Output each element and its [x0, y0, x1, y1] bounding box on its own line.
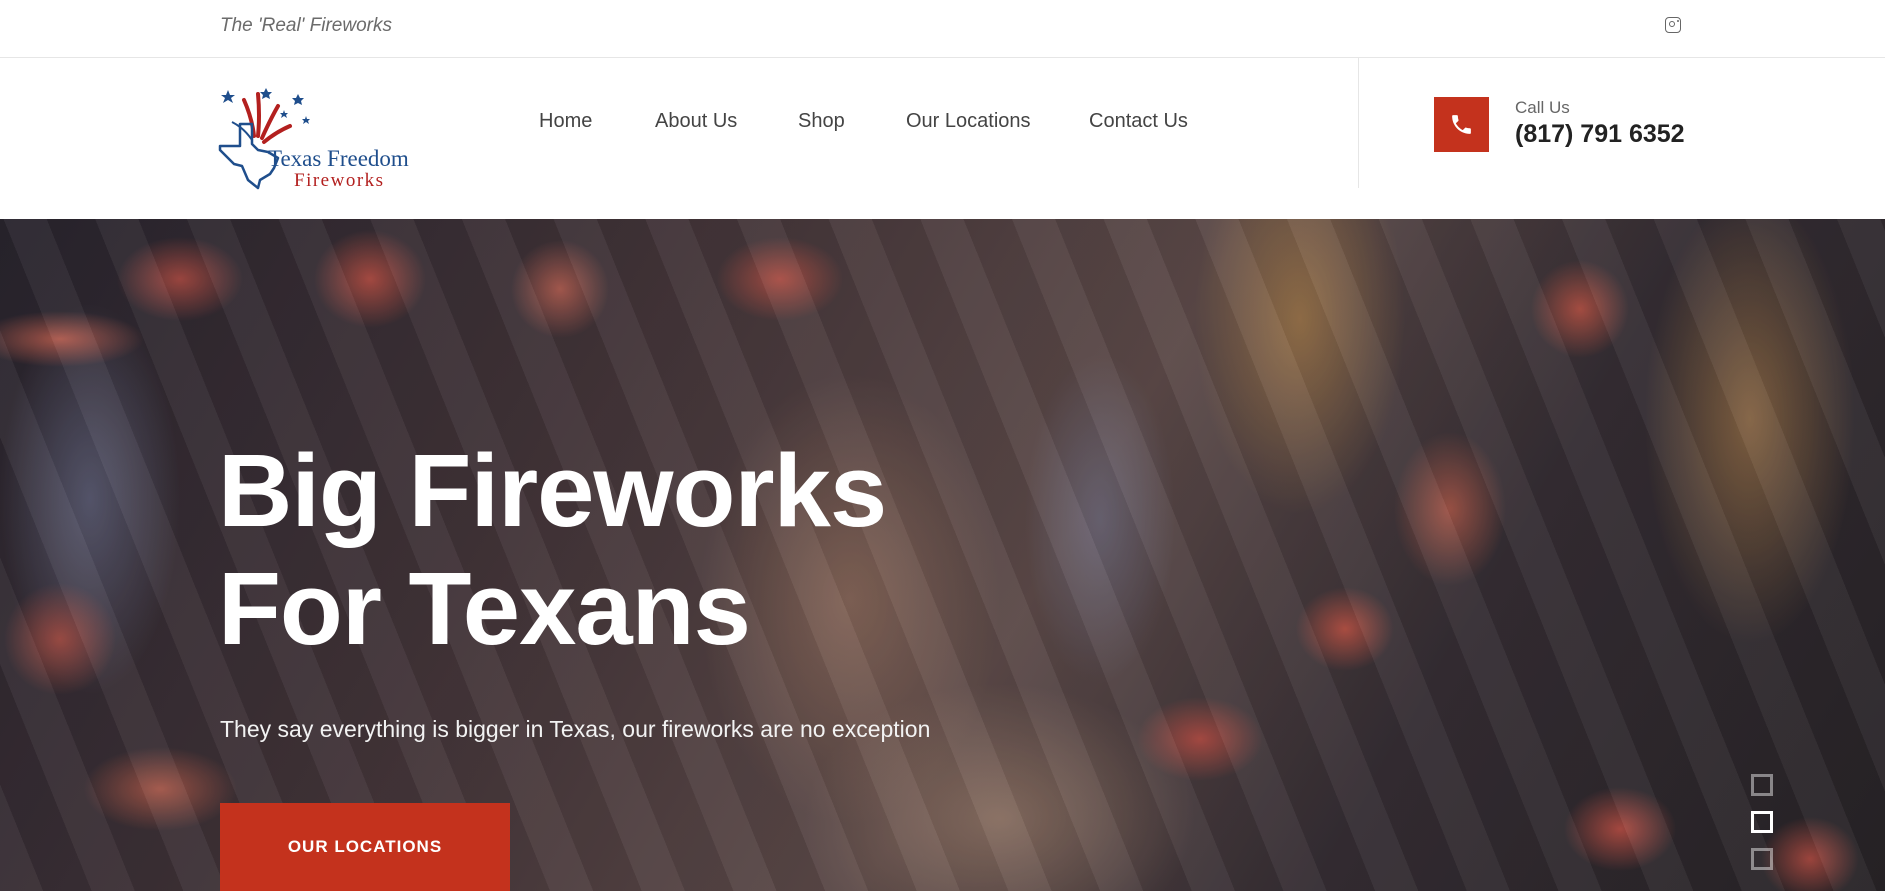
hero-section: Big Fireworks For Texans They say everyt… — [0, 219, 1885, 891]
nav-home[interactable]: Home — [539, 110, 592, 133]
hero-title-line1: Big Fireworks — [218, 433, 887, 548]
header-divider — [1358, 58, 1359, 188]
hero-title: Big Fireworks For Texans — [218, 432, 887, 668]
phone-number[interactable]: (817) 791 6352 — [1515, 120, 1685, 149]
slide-dot-2[interactable] — [1751, 811, 1773, 833]
site-logo[interactable]: Texas Freedom Fireworks — [218, 88, 433, 193]
hero-subtitle: They say everything is bigger in Texas, … — [220, 716, 931, 742]
logo-text-line2: Fireworks — [294, 170, 385, 191]
top-bar: The 'Real' Fireworks — [0, 0, 1885, 58]
call-button[interactable] — [1434, 97, 1489, 152]
call-label: Call Us — [1515, 98, 1570, 117]
hero-title-line2: For Texans — [218, 551, 751, 666]
instagram-icon[interactable] — [1665, 17, 1681, 33]
nav-our-locations[interactable]: Our Locations — [906, 110, 1031, 133]
logo-text-line1: Texas Freedom — [268, 146, 409, 171]
slide-dot-1[interactable] — [1751, 774, 1773, 796]
nav-about-us[interactable]: About Us — [655, 110, 737, 133]
nav-contact-us[interactable]: Contact Us — [1089, 110, 1188, 133]
nav-shop[interactable]: Shop — [798, 110, 845, 133]
slide-dot-3[interactable] — [1751, 848, 1773, 870]
phone-icon — [1452, 115, 1471, 134]
site-header: Texas Freedom Fireworks Home About Us Sh… — [0, 58, 1885, 219]
tagline: The 'Real' Fireworks — [220, 15, 392, 36]
our-locations-button[interactable]: OUR LOCATIONS — [220, 803, 510, 891]
